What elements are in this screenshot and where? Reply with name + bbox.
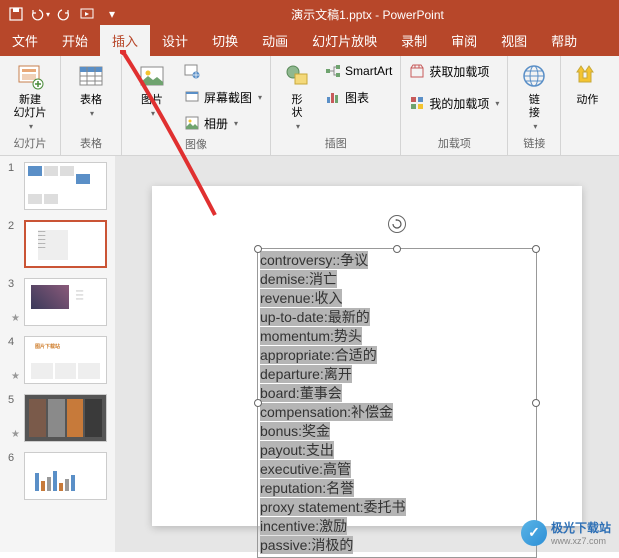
resize-handle[interactable]: [254, 399, 262, 407]
text-line[interactable]: reputation:名誉: [260, 479, 354, 497]
undo-icon[interactable]: ▾: [30, 4, 50, 24]
screenshot-icon: [184, 89, 200, 105]
ribbon: 新建 幻灯片 ▾ 幻灯片 表格 ▾ 表格 图片 ▾ 屏幕截图▾ 相册▾: [0, 56, 619, 156]
tab-view[interactable]: 视图: [489, 25, 539, 56]
tab-file[interactable]: 文件: [0, 25, 50, 56]
tab-animations[interactable]: 动画: [250, 25, 300, 56]
shapes-button[interactable]: 形 状 ▾: [279, 60, 315, 131]
album-icon: [184, 115, 200, 131]
online-pictures-button[interactable]: [184, 60, 262, 82]
watermark: ✓ 极光下载站 www.xz7.com: [521, 519, 611, 546]
smartart-icon: [325, 63, 341, 79]
chart-button[interactable]: 图表: [325, 86, 392, 108]
save-icon[interactable]: [6, 4, 26, 24]
action-icon: [571, 60, 603, 92]
group-slides: 新建 幻灯片 ▾ 幻灯片: [0, 56, 61, 155]
table-button[interactable]: 表格 ▾: [69, 60, 113, 118]
tab-transitions[interactable]: 切换: [200, 25, 250, 56]
tab-design[interactable]: 设计: [150, 25, 200, 56]
animation-star-icon: ★: [11, 429, 20, 440]
text-line[interactable]: up-to-date:最新的: [260, 308, 370, 326]
title-bar: ▾ ▾ 演示文稿1.pptx - PowerPoint: [0, 0, 619, 28]
thumbnail-5[interactable]: 5★: [8, 394, 107, 442]
text-line[interactable]: compensation:补偿金: [260, 403, 393, 421]
resize-handle[interactable]: [532, 399, 540, 407]
resize-handle[interactable]: [532, 245, 540, 253]
shapes-icon: [281, 60, 313, 92]
text-line[interactable]: departure:离开: [260, 365, 352, 383]
tab-review[interactable]: 审阅: [439, 25, 489, 56]
workspace: 1 2━━━━━━━━━━━━━━━ 3★━━━━━━━━━━━━ 4★图片下载…: [0, 156, 619, 552]
chart-icon: [325, 89, 341, 105]
resize-handle[interactable]: [393, 245, 401, 253]
thumbnail-1[interactable]: 1: [8, 162, 107, 210]
pictures-icon: [136, 60, 168, 92]
ribbon-tabs: 文件 开始 插入 设计 切换 动画 幻灯片放映 录制 审阅 视图 帮助: [0, 28, 619, 56]
text-line[interactable]: incentive:激励: [260, 517, 347, 535]
animation-star-icon: ★: [11, 313, 20, 324]
rotate-handle-icon[interactable]: [388, 215, 406, 233]
slideshow-start-icon[interactable]: [78, 4, 98, 24]
tab-slideshow[interactable]: 幻灯片放映: [300, 25, 389, 56]
watermark-logo-icon: ✓: [521, 520, 547, 546]
table-icon: [75, 60, 107, 92]
text-line[interactable]: demise:消亡: [260, 270, 337, 288]
window-title: 演示文稿1.pptx - PowerPoint: [122, 6, 613, 23]
animation-star-icon: ★: [11, 371, 20, 382]
thumbnail-3[interactable]: 3★━━━━━━━━━━━━: [8, 278, 107, 326]
group-action: 动作: [561, 56, 613, 155]
text-line[interactable]: payout:支出: [260, 441, 334, 459]
quick-access-toolbar: ▾ ▾: [6, 4, 122, 24]
thumbnail-6[interactable]: 6: [8, 452, 107, 500]
new-slide-icon: [14, 60, 46, 92]
text-box[interactable]: controversy::争议demise:消亡revenue:收入up-to-…: [257, 248, 537, 558]
online-pictures-icon: [184, 63, 200, 79]
link-icon: [518, 60, 550, 92]
text-content[interactable]: controversy::争议demise:消亡revenue:收入up-to-…: [258, 249, 536, 557]
text-line[interactable]: appropriate:合适的: [260, 346, 377, 364]
my-addins-button[interactable]: 我的加载项▾: [409, 92, 499, 114]
resize-handle[interactable]: [254, 245, 262, 253]
tab-home[interactable]: 开始: [50, 25, 100, 56]
text-line[interactable]: bonus:奖金: [260, 422, 330, 440]
store-icon: [409, 63, 425, 79]
get-addins-button[interactable]: 获取加载项: [409, 60, 499, 82]
group-images: 图片 ▾ 屏幕截图▾ 相册▾ 图像: [122, 56, 271, 155]
thumbnail-2[interactable]: 2━━━━━━━━━━━━━━━: [8, 220, 107, 268]
group-tables: 表格 ▾ 表格: [61, 56, 122, 155]
tab-insert[interactable]: 插入: [100, 25, 150, 56]
text-line[interactable]: momentum:势头: [260, 327, 362, 345]
slide-thumbnails-panel[interactable]: 1 2━━━━━━━━━━━━━━━ 3★━━━━━━━━━━━━ 4★图片下载…: [0, 156, 115, 552]
text-line[interactable]: passive:消极的: [260, 536, 353, 554]
text-line[interactable]: proxy statement:委托书: [260, 498, 406, 516]
text-line[interactable]: executive:高管: [260, 460, 351, 478]
group-addins: 获取加载项 我的加载项▾ 加载项: [401, 56, 508, 155]
tab-help[interactable]: 帮助: [539, 25, 589, 56]
qat-customize-icon[interactable]: ▾: [102, 4, 122, 24]
text-line[interactable]: board:董事会: [260, 384, 342, 402]
smartart-button[interactable]: SmartArt: [325, 60, 392, 82]
photo-album-button[interactable]: 相册▾: [184, 112, 262, 134]
text-line[interactable]: revenue:收入: [260, 289, 342, 307]
redo-icon[interactable]: [54, 4, 74, 24]
pictures-button[interactable]: 图片 ▾: [130, 60, 174, 118]
group-links: 链 接 ▾ 链接: [508, 56, 561, 155]
slide-view[interactable]: controversy::争议demise:消亡revenue:收入up-to-…: [152, 186, 582, 526]
text-line[interactable]: controversy::争议: [260, 251, 368, 269]
thumbnail-4[interactable]: 4★图片下载站: [8, 336, 107, 384]
tab-record[interactable]: 录制: [389, 25, 439, 56]
new-slide-button[interactable]: 新建 幻灯片 ▾: [8, 60, 52, 131]
group-illustrations: 形 状 ▾ SmartArt 图表 插图: [271, 56, 401, 155]
addins-icon: [409, 95, 425, 111]
action-button[interactable]: 动作: [569, 60, 605, 107]
slide-canvas[interactable]: controversy::争议demise:消亡revenue:收入up-to-…: [115, 156, 619, 552]
link-button[interactable]: 链 接 ▾: [516, 60, 552, 131]
screenshot-button[interactable]: 屏幕截图▾: [184, 86, 262, 108]
